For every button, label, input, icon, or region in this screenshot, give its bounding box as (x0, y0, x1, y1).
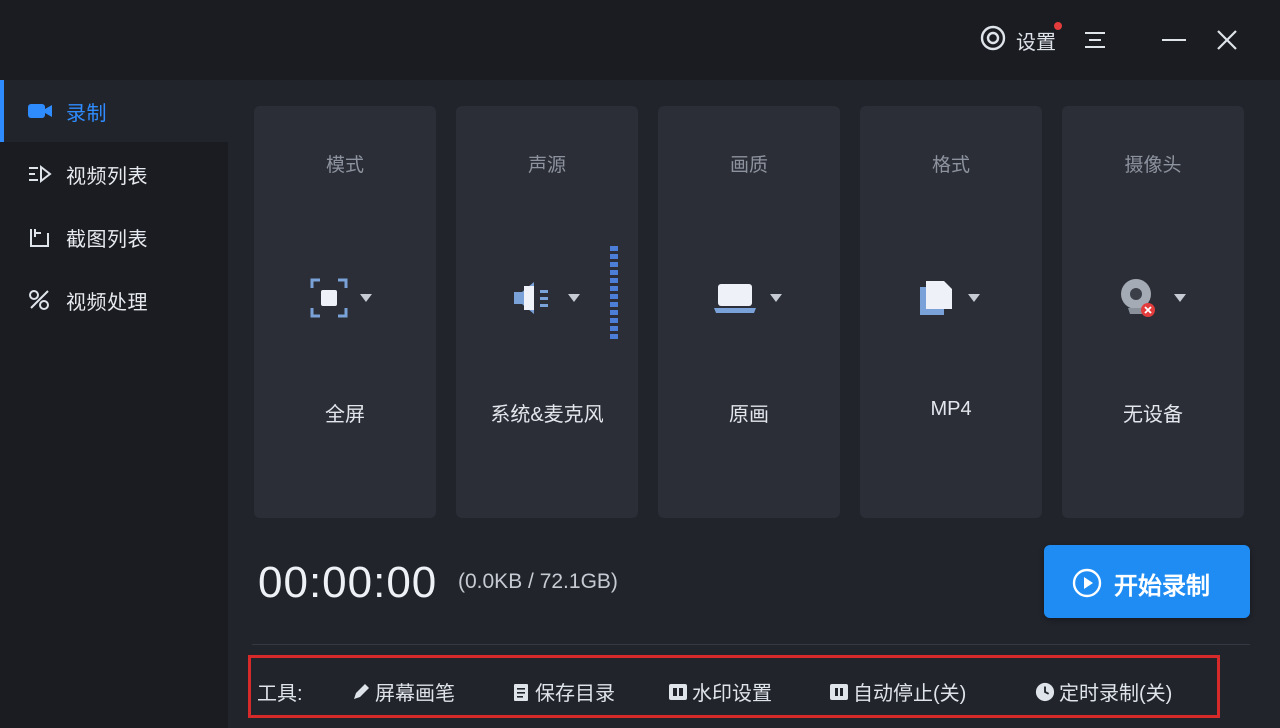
watermark-icon (668, 682, 688, 702)
sidebar-item-label: 视频处理 (66, 291, 148, 314)
card-value: 无设备 (1123, 404, 1183, 426)
chevron-down-icon (770, 294, 782, 302)
tool-label: 保存目录 (535, 683, 615, 705)
fullscreen-icon (310, 278, 348, 318)
chevron-down-icon (1174, 294, 1186, 302)
watermark-settings-button[interactable]: 水印设置 (668, 677, 772, 706)
webcam-card[interactable]: 摄像头 无设备 (1062, 106, 1244, 518)
scheduled-recording-button[interactable]: 定时录制(关) (1035, 677, 1172, 706)
card-title: 声源 (527, 155, 566, 176)
menu-button[interactable] (1079, 24, 1111, 56)
sidebar-item-video-tools[interactable]: 视频处理 (0, 269, 228, 331)
folder-doc-icon (511, 682, 531, 702)
settings-label: 设置 (1016, 31, 1056, 54)
mode-selector[interactable] (310, 276, 390, 320)
sidebar-item-video-list[interactable]: 视频列表 (0, 143, 228, 205)
audio-source-card[interactable]: 声源 系统&麦克风 (456, 106, 638, 518)
speaker-icon (514, 282, 548, 314)
format-card[interactable]: 格式 MP4 (860, 106, 1042, 518)
volume-meter (610, 246, 618, 339)
chevron-down-icon (968, 294, 980, 302)
close-button[interactable] (1211, 24, 1243, 56)
tools-label: 工具: (257, 677, 303, 706)
sidebar: 录制 视频列表 截图列表 视频处理 (0, 80, 228, 728)
screenshot-list-icon (30, 229, 49, 247)
file-icon (920, 281, 952, 315)
title-bar: 设置 (0, 0, 1280, 80)
video-list-icon (29, 164, 52, 184)
format-selector[interactable] (916, 276, 996, 320)
sidebar-item-label: 录制 (66, 102, 107, 125)
quality-selector[interactable] (714, 276, 794, 320)
sidebar-item-screenshot-list[interactable]: 截图列表 (0, 206, 228, 268)
main-panel: 模式 全屏 声源 系统&麦克风 画质 原画 格式 MP4 摄像头 无设备 00:… (228, 80, 1280, 728)
minimize-icon (1162, 39, 1186, 41)
recording-timer: 00:00:00 (258, 558, 438, 607)
card-value: 系统&麦克风 (490, 404, 604, 426)
sidebar-item-label: 截图列表 (66, 228, 148, 251)
camera-icon (28, 104, 52, 118)
menu-icon (1085, 32, 1105, 48)
webcam-icon (1121, 279, 1155, 317)
minimize-button[interactable] (1158, 24, 1190, 56)
tools-label-text: 工具: (257, 683, 303, 705)
pen-icon (351, 682, 371, 702)
monitor-icon (714, 284, 756, 313)
screen-pen-button[interactable]: 屏幕画笔 (351, 677, 455, 706)
chevron-down-icon (360, 294, 372, 302)
start-recording-label: 开始录制 (1114, 573, 1210, 600)
settings-button[interactable]: 设置 (978, 22, 1062, 58)
divider (252, 644, 1250, 645)
auto-stop-button[interactable]: 自动停止(关) (829, 677, 966, 706)
sidebar-item-record[interactable]: 录制 (0, 80, 228, 142)
tools-bar: 工具: 屏幕画笔 保存目录 水印设置 自动停止(关) 定时录制(关) (248, 655, 1220, 718)
card-value: 原画 (729, 404, 769, 426)
card-value: MP4 (930, 398, 972, 420)
file-size-readout: (0.0KB / 72.1GB) (458, 570, 618, 593)
tool-label: 水印设置 (692, 683, 772, 705)
video-tools-icon (29, 290, 49, 310)
chevron-down-icon (568, 294, 580, 302)
notification-dot (1054, 22, 1062, 30)
card-title: 画质 (729, 155, 768, 176)
card-value: 全屏 (325, 404, 365, 426)
close-icon (1217, 30, 1237, 50)
tool-label: 定时录制(关) (1059, 683, 1173, 705)
card-title: 摄像头 (1124, 155, 1182, 176)
settings-icon (978, 23, 1008, 58)
start-recording-button[interactable]: 开始录制 (1044, 545, 1250, 618)
tool-label: 屏幕画笔 (375, 683, 455, 705)
play-icon (1072, 568, 1102, 598)
sidebar-item-label: 视频列表 (66, 165, 148, 188)
card-title: 模式 (325, 155, 364, 176)
save-directory-button[interactable]: 保存目录 (511, 677, 615, 706)
webcam-selector[interactable] (1118, 276, 1198, 320)
mode-card[interactable]: 模式 全屏 (254, 106, 436, 518)
card-title: 格式 (931, 155, 970, 176)
pause-icon (829, 682, 849, 702)
audio-source-selector[interactable] (512, 276, 592, 320)
clock-icon (1035, 682, 1055, 702)
quality-card[interactable]: 画质 原画 (658, 106, 840, 518)
tool-label: 自动停止(关) (853, 683, 967, 705)
